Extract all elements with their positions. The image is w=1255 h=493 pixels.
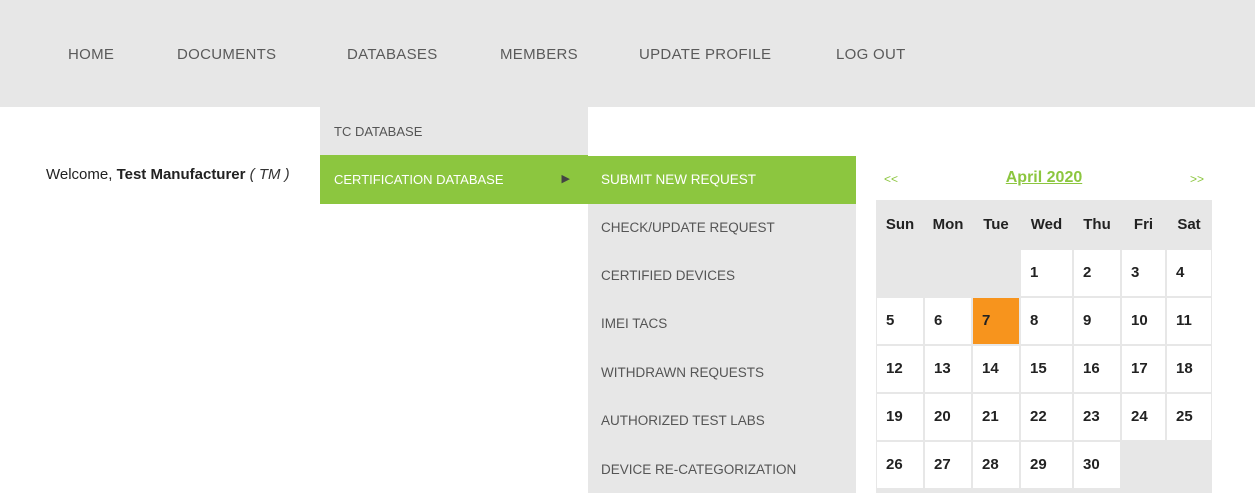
calendar-day[interactable]: 19 — [877, 394, 923, 440]
calendar-empty-cell — [973, 250, 1019, 296]
menu-item-certification-database[interactable]: CERTIFICATION DATABASE ▶ — [320, 155, 588, 204]
submenu-arrow-icon: ▶ — [561, 173, 570, 185]
calendar-day[interactable]: 11 — [1167, 298, 1211, 344]
menu-item-submit-new-request[interactable]: SUBMIT NEW REQUEST — [588, 156, 856, 204]
welcome-message: Welcome, Test Manufacturer ( TM ) — [46, 166, 290, 183]
menu-item-tc-database[interactable]: TC DATABASE — [320, 107, 588, 156]
calendar-month-title[interactable]: April 2020 — [876, 169, 1212, 187]
calendar-day-today[interactable]: 7 — [973, 298, 1019, 344]
nav-log-out[interactable]: LOG OUT — [836, 46, 906, 63]
calendar-day[interactable]: 13 — [925, 346, 971, 392]
calendar-day[interactable]: 6 — [925, 298, 971, 344]
menu-item-authorized-test-labs[interactable]: AUTHORIZED TEST LABS — [588, 397, 856, 445]
calendar-day[interactable]: 22 — [1021, 394, 1072, 440]
user-name: Test Manufacturer — [116, 166, 246, 183]
nav-databases[interactable]: DATABASES — [347, 46, 438, 63]
calendar-next-month-button[interactable]: >> — [1190, 172, 1204, 186]
welcome-prefix: Welcome, — [46, 166, 117, 183]
weekday-header-wed: Wed — [1030, 216, 1063, 233]
top-nav-bar: HOME DOCUMENTS DATABASES MEMBERS UPDATE … — [0, 0, 1255, 107]
menu-item-label: TC DATABASE — [334, 124, 423, 139]
calendar-day[interactable]: 18 — [1167, 346, 1211, 392]
weekday-header-tue: Tue — [983, 216, 1009, 233]
calendar-day[interactable]: 20 — [925, 394, 971, 440]
calendar-day[interactable]: 2 — [1074, 250, 1120, 296]
calendar-day[interactable]: 8 — [1021, 298, 1072, 344]
calendar-day[interactable]: 14 — [973, 346, 1019, 392]
calendar-grid: Sun Mon Tue Wed Thu Fri Sat 1 2 3 4 5 6 7 8 9 10 11 12 13 14… — [876, 200, 1212, 493]
menu-item-withdrawn-requests[interactable]: WITHDRAWN REQUESTS — [588, 349, 856, 397]
certification-submenu: SUBMIT NEW REQUEST CHECK/UPDATE REQUEST … — [588, 156, 856, 493]
menu-item-check-update-request[interactable]: CHECK/UPDATE REQUEST — [588, 204, 856, 252]
calendar-empty-cell — [1122, 442, 1165, 488]
weekday-header-sat: Sat — [1177, 216, 1201, 233]
nav-members[interactable]: MEMBERS — [500, 46, 578, 63]
calendar-day[interactable]: 28 — [973, 442, 1019, 488]
calendar-header: << April 2020 >> — [876, 160, 1212, 200]
calendar-day[interactable]: 29 — [1021, 442, 1072, 488]
calendar-day[interactable]: 9 — [1074, 298, 1120, 344]
calendar-empty-cell — [877, 250, 923, 296]
calendar-day[interactable]: 3 — [1122, 250, 1165, 296]
calendar-day[interactable]: 12 — [877, 346, 923, 392]
menu-item-certified-devices[interactable]: CERTIFIED DEVICES — [588, 252, 856, 300]
calendar-day[interactable]: 26 — [877, 442, 923, 488]
calendar-day[interactable]: 25 — [1167, 394, 1211, 440]
menu-item-label: CERTIFICATION DATABASE — [334, 172, 504, 187]
nav-home[interactable]: HOME — [68, 46, 114, 63]
calendar-day[interactable]: 15 — [1021, 346, 1072, 392]
weekday-header-thu: Thu — [1083, 216, 1111, 233]
weekday-header-mon: Mon — [932, 216, 964, 233]
nav-documents[interactable]: DOCUMENTS — [177, 46, 276, 63]
calendar-day[interactable]: 10 — [1122, 298, 1165, 344]
calendar-day[interactable]: 23 — [1074, 394, 1120, 440]
menu-item-imei-tacs[interactable]: IMEI TACS — [588, 300, 856, 348]
calendar-day[interactable]: 4 — [1167, 250, 1211, 296]
calendar-day[interactable]: 24 — [1122, 394, 1165, 440]
nav-update-profile[interactable]: UPDATE PROFILE — [639, 46, 771, 63]
calendar-day[interactable]: 17 — [1122, 346, 1165, 392]
calendar-empty-cell — [925, 250, 971, 296]
calendar-day[interactable]: 27 — [925, 442, 971, 488]
calendar-day[interactable]: 1 — [1021, 250, 1072, 296]
calendar-day[interactable]: 21 — [973, 394, 1019, 440]
user-abbreviation: ( TM ) — [245, 166, 290, 183]
calendar-day[interactable]: 30 — [1074, 442, 1120, 488]
weekday-header-fri: Fri — [1133, 216, 1154, 233]
calendar-empty-cell — [1167, 442, 1211, 488]
calendar-day[interactable]: 16 — [1074, 346, 1120, 392]
weekday-header-sun: Sun — [885, 216, 915, 233]
calendar-day[interactable]: 5 — [877, 298, 923, 344]
menu-item-device-re-categorization[interactable]: DEVICE RE-CATEGORIZATION — [588, 446, 856, 493]
databases-dropdown: TC DATABASE CERTIFICATION DATABASE ▶ — [320, 107, 588, 204]
